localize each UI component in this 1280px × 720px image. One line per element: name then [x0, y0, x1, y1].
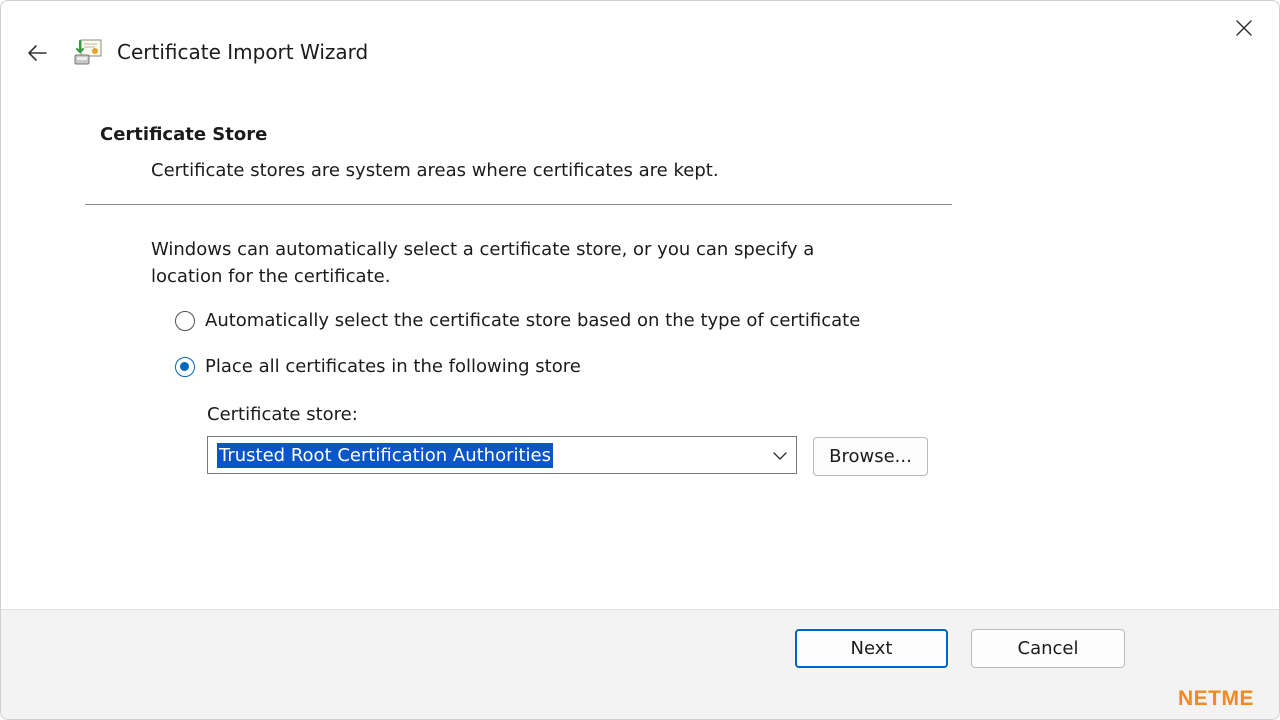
- certificate-import-icon: [74, 39, 102, 65]
- header-divider: [85, 204, 952, 205]
- section-title: Certificate Store: [100, 124, 268, 145]
- radio-auto-select[interactable]: Automatically select the certificate sto…: [175, 310, 860, 331]
- certificate-store-select[interactable]: Trusted Root Certification Authorities: [207, 436, 797, 474]
- next-button[interactable]: Next: [795, 629, 948, 668]
- certificate-store-label: Certificate store:: [207, 404, 358, 425]
- browse-button[interactable]: Browse...: [813, 437, 928, 476]
- radio-label-auto: Automatically select the certificate sto…: [205, 310, 861, 331]
- close-icon: [1236, 20, 1252, 36]
- back-button[interactable]: [19, 35, 55, 71]
- cancel-button[interactable]: Cancel: [971, 629, 1125, 668]
- description-text: Windows can automatically select a certi…: [151, 239, 815, 287]
- radio-place-in-store[interactable]: Place all certificates in the following …: [175, 356, 581, 377]
- close-button[interactable]: [1227, 11, 1261, 45]
- arrow-left-icon: [28, 45, 47, 61]
- certificate-store-value: Trusted Root Certification Authorities: [217, 443, 553, 468]
- wizard-window: Certificate Import Wizard Certificate St…: [0, 0, 1280, 720]
- section-subtitle: Certificate stores are system areas wher…: [151, 160, 719, 181]
- chevron-down-icon[interactable]: [772, 448, 788, 464]
- radio-label-place: Place all certificates in the following …: [205, 356, 581, 377]
- watermark-logo: NETME: [1178, 687, 1254, 710]
- window-title: Certificate Import Wizard: [117, 40, 369, 64]
- radio-button-place[interactable]: [175, 356, 195, 377]
- radio-button-auto[interactable]: [175, 310, 195, 331]
